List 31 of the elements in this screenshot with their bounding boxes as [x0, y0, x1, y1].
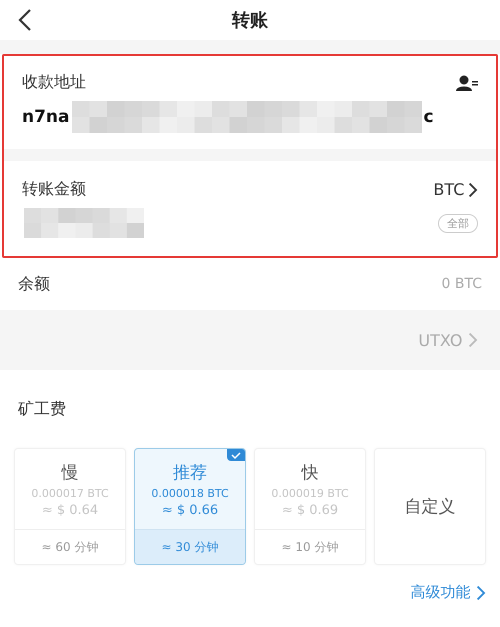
- page-title: 转账: [232, 9, 268, 32]
- fee-time: ≈ 30 分钟: [135, 529, 245, 564]
- check-icon: [227, 449, 245, 461]
- fee-btc: 0.000017 BTC: [31, 486, 109, 500]
- fee-usd: ≈ $ 0.64: [42, 502, 98, 518]
- chevron-right-icon: [476, 584, 486, 600]
- fee-time: ≈ 10 分钟: [255, 529, 365, 564]
- fee-name: 推荐: [173, 462, 207, 484]
- chevron-right-icon: [468, 332, 478, 348]
- balance-value: 0 BTC: [442, 276, 482, 292]
- fee-option[interactable]: 快 0.000019 BTC ≈ $ 0.69 ≈ 10 分钟: [254, 448, 366, 565]
- fee-btc: 0.000018 BTC: [151, 486, 229, 500]
- fee-name: 慢: [62, 462, 78, 484]
- fee-usd: ≈ $ 0.69: [282, 502, 338, 518]
- field-label: 收款地址: [22, 72, 86, 93]
- chevron-right-icon: [468, 182, 478, 198]
- back-icon[interactable]: [18, 8, 32, 32]
- fee-option[interactable]: 慢 0.000017 BTC ≈ $ 0.64 ≈ 60 分钟: [14, 448, 126, 565]
- advanced-link[interactable]: 高级功能: [410, 583, 486, 602]
- contact-book-icon[interactable]: [456, 74, 478, 90]
- fee-name: 快: [302, 462, 318, 484]
- fee-btc: 0.000019 BTC: [271, 486, 349, 500]
- section-title: 矿工费: [17, 398, 67, 420]
- custom-fee-button[interactable]: 自定义: [374, 448, 486, 565]
- currency-selector[interactable]: BTC: [433, 180, 478, 199]
- fee-time: ≈ 60 分钟: [15, 529, 125, 564]
- fee-usd: ≈ $ 0.66: [162, 502, 218, 518]
- address-text: n7na: [22, 107, 70, 127]
- address-text: c: [424, 107, 434, 127]
- balance-label: 余额: [18, 274, 50, 294]
- field-label: 转账金额: [22, 179, 86, 200]
